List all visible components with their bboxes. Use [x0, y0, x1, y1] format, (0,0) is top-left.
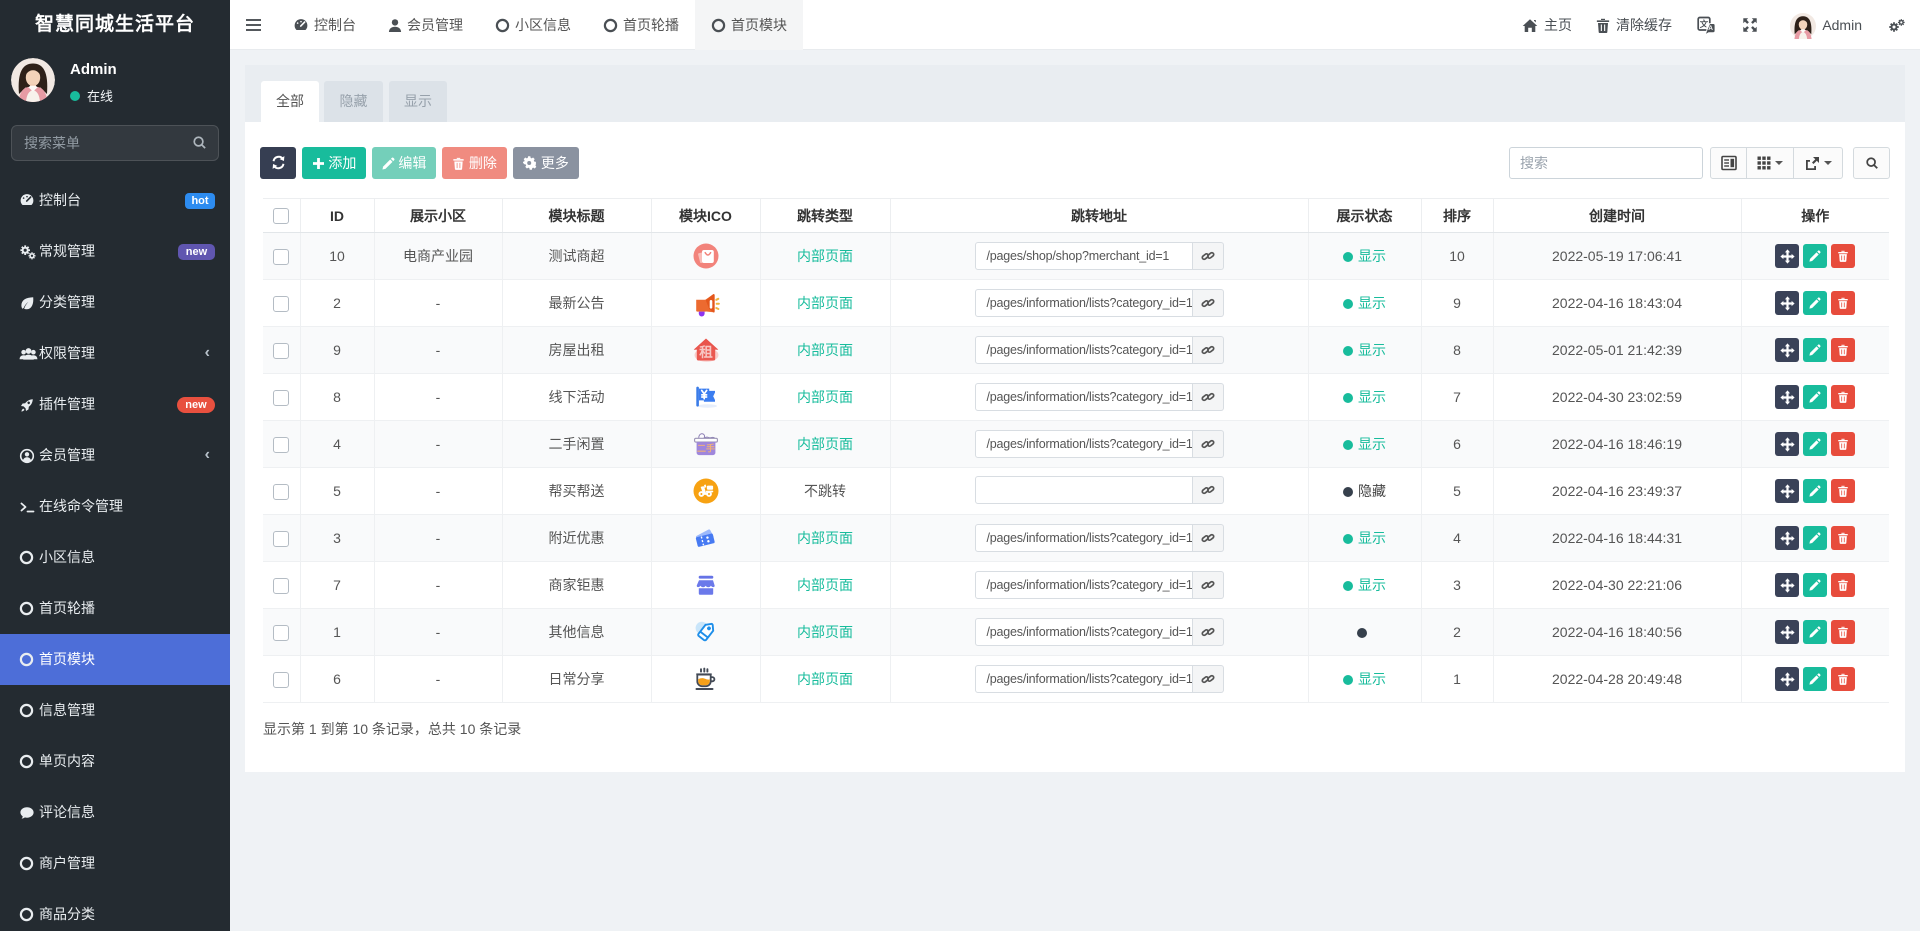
svg-text:租: 租	[699, 344, 713, 360]
svg-text:A: A	[1708, 25, 1713, 32]
svg-text:二手: 二手	[696, 443, 714, 454]
